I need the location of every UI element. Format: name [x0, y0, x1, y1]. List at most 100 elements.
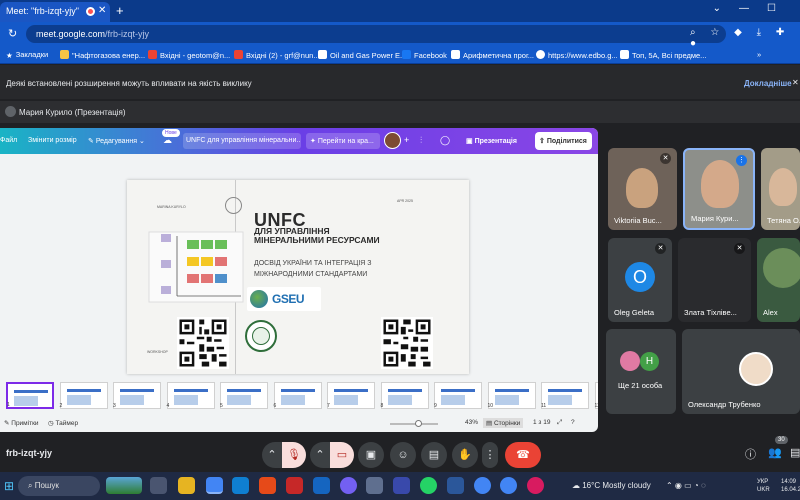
new-tab-button[interactable]: + — [116, 3, 124, 18]
present-screen-button[interactable]: ▣ — [358, 442, 384, 468]
participant-tile[interactable]: Олександр Трубенко — [682, 329, 800, 414]
participant-tile[interactable]: ✕ Viktoriia Buc... — [608, 148, 677, 230]
bookmark-item[interactable]: ★ Закладки — [6, 50, 48, 60]
file-explorer-icon[interactable] — [178, 477, 195, 494]
go-to-canva-button[interactable]: ✦ Перейти на кра... — [306, 133, 380, 149]
url-field[interactable]: meet.google.com/frb-izqt-yjy — [26, 25, 726, 43]
slide-thumbnail[interactable]: 7 — [327, 382, 375, 409]
more-participants-tile[interactable]: H Ще 21 особа — [606, 329, 676, 414]
taskbar-search[interactable]: ⌕ Пошук — [18, 476, 100, 496]
whatsapp-icon[interactable] — [420, 477, 437, 494]
close-icon[interactable]: ✕ — [792, 78, 799, 87]
slide-thumbnail[interactable]: 8 — [380, 382, 429, 409]
fullscreen-icon[interactable]: ⤢ — [557, 419, 562, 427]
browser-tab[interactable]: Meet: "frb-izqt-yjy" ✕ — [0, 2, 110, 22]
notes-button[interactable]: ✎ Примітки — [4, 419, 39, 427]
audio-options-chevron-icon[interactable]: ⌃ — [262, 442, 282, 468]
participant-tile[interactable]: O ✕ Oleg Geleta — [608, 238, 672, 322]
bookmark-item[interactable]: Facebook — [402, 50, 447, 60]
slide-thumbnail[interactable]: 10 — [487, 382, 536, 409]
zoom-slider[interactable] — [390, 423, 438, 425]
slide-thumbnail[interactable]: 1 — [6, 382, 54, 409]
chat-icon[interactable]: ▤ — [790, 446, 800, 459]
more-options-button[interactable]: ⋮ — [482, 442, 498, 468]
participant-tile[interactable]: Тетяна О... — [761, 148, 800, 230]
slide-thumbnail[interactable]: 4 — [166, 382, 215, 409]
star-icon[interactable]: ☆ — [710, 27, 719, 38]
chrome-icon[interactable] — [500, 477, 517, 494]
participant-video — [701, 160, 739, 208]
resize-button[interactable]: Змінити розмір — [28, 137, 77, 144]
edge-icon[interactable] — [232, 477, 249, 494]
more-bookmarks-icon[interactable]: » — [757, 50, 761, 59]
word-icon[interactable] — [447, 477, 464, 494]
captions-button[interactable]: ▤ — [421, 442, 447, 468]
chrome-icon[interactable] — [206, 477, 223, 494]
add-icon[interactable]: + — [404, 135, 409, 145]
video-options-chevron-icon[interactable]: ⌃ — [310, 442, 330, 468]
system-clock[interactable]: 14:09 16.04.2 — [781, 478, 800, 494]
app-icon[interactable] — [393, 477, 410, 494]
leave-call-button[interactable]: ☎ — [505, 442, 541, 468]
share-button[interactable]: ⇧ Поділитися — [535, 132, 592, 150]
info-icon[interactable]: ⓘ — [745, 446, 756, 462]
slide-thumbnail[interactable]: 6 — [273, 382, 322, 409]
participant-tile[interactable]: ✕ Злата Тіхліве... — [678, 238, 751, 322]
landscape-widget-icon[interactable] — [106, 477, 142, 494]
viber-icon[interactable] — [340, 477, 357, 494]
participant-tile[interactable]: Alex — [757, 238, 800, 322]
bookmark-item[interactable]: "Нафтогазова енер... — [60, 50, 145, 60]
file-menu[interactable]: Файл — [0, 137, 17, 144]
app-icon[interactable] — [366, 477, 383, 494]
reload-icon[interactable]: ↻ — [8, 27, 17, 40]
bookmark-item[interactable]: Арифметична прог... — [451, 50, 534, 60]
slide-thumbnail[interactable]: 2 — [59, 382, 108, 409]
bookmark-item[interactable]: Oil and Gas Power E... — [318, 50, 406, 60]
collaborator-avatar[interactable] — [384, 132, 401, 149]
bookmark-item[interactable]: Топ, 5А, Всі предме... — [620, 50, 706, 60]
slide-thumbnail[interactable]: 3 — [113, 382, 161, 409]
app-icon[interactable] — [259, 477, 276, 494]
window-controls[interactable]: ⌄—☐ — [713, 3, 794, 14]
learn-more-link[interactable]: Докладніше — [744, 79, 792, 88]
help-icon[interactable]: ? — [571, 419, 575, 426]
app-icon[interactable] — [286, 477, 303, 494]
extensions-puzzle-icon[interactable]: ✚ — [776, 27, 784, 38]
zoom-slider-handle[interactable] — [415, 420, 422, 427]
comment-icon[interactable]: ◯ — [440, 135, 450, 146]
slide-thumbnail[interactable]: 9 — [434, 382, 482, 409]
app-icon[interactable] — [313, 477, 330, 494]
app-icon[interactable] — [527, 477, 544, 494]
task-view-icon[interactable] — [150, 477, 167, 494]
timer-button[interactable]: ◷ Таймер — [48, 419, 78, 427]
slide-thumbnail[interactable]: 11 — [541, 382, 589, 409]
microphone-off-button[interactable]: 🎙 — [282, 442, 306, 468]
present-button[interactable]: ▣ Презентація — [460, 133, 530, 149]
people-icon[interactable]: 👥 — [768, 446, 782, 459]
bookmark-item[interactable]: Вхідні (2) - grf@nun... — [234, 50, 320, 60]
bookmark-item[interactable]: Вхідні - geotom@n... — [148, 50, 230, 60]
edit-menu[interactable]: ✎ Редагування ⌄ — [88, 137, 145, 145]
slide-thumbnail[interactable]: 5 — [220, 382, 268, 409]
chart-icon[interactable]: ⫶ — [420, 135, 422, 146]
download-icon[interactable]: ⤓ — [757, 27, 761, 38]
thumbnail-preview — [441, 389, 475, 392]
weather-widget[interactable]: ☁ 16°C Mostly cloudy — [572, 481, 651, 490]
system-tray-icons[interactable]: ⌃ ◉ ▭ ◔ ◌ — [666, 481, 706, 490]
input-language[interactable]: УКР UKR — [757, 478, 770, 494]
pages-button[interactable]: ▤ Сторінки — [483, 418, 524, 428]
slide-canvas[interactable]: MARINA KURYLO APR 2025 UNFC ДЛЯ УПРАВЛІН… — [127, 180, 469, 374]
raise-hand-button[interactable]: ✋ — [452, 442, 478, 468]
extension-icon[interactable]: ◆ — [734, 27, 742, 38]
slide-thumbnail[interactable]: 12 — [594, 382, 598, 409]
mic-off-icon: ✕ — [655, 243, 666, 254]
chrome-icon[interactable] — [474, 477, 491, 494]
search-icon[interactable]: ⌕ — [690, 27, 696, 38]
camera-off-button[interactable]: ▭ — [330, 442, 354, 468]
participant-tile-active-speaker[interactable]: ⋮ Мария Кури... — [683, 148, 755, 230]
emoji-reaction-button[interactable]: ☺ — [390, 442, 416, 468]
close-tab-icon[interactable]: ✕ — [98, 5, 106, 16]
bookmark-item[interactable]: https://www.edbo.g... — [536, 50, 618, 60]
document-name[interactable]: UNFC для управління мінеральни... — [183, 133, 301, 149]
windows-start-icon[interactable]: ⊞ — [4, 479, 14, 493]
